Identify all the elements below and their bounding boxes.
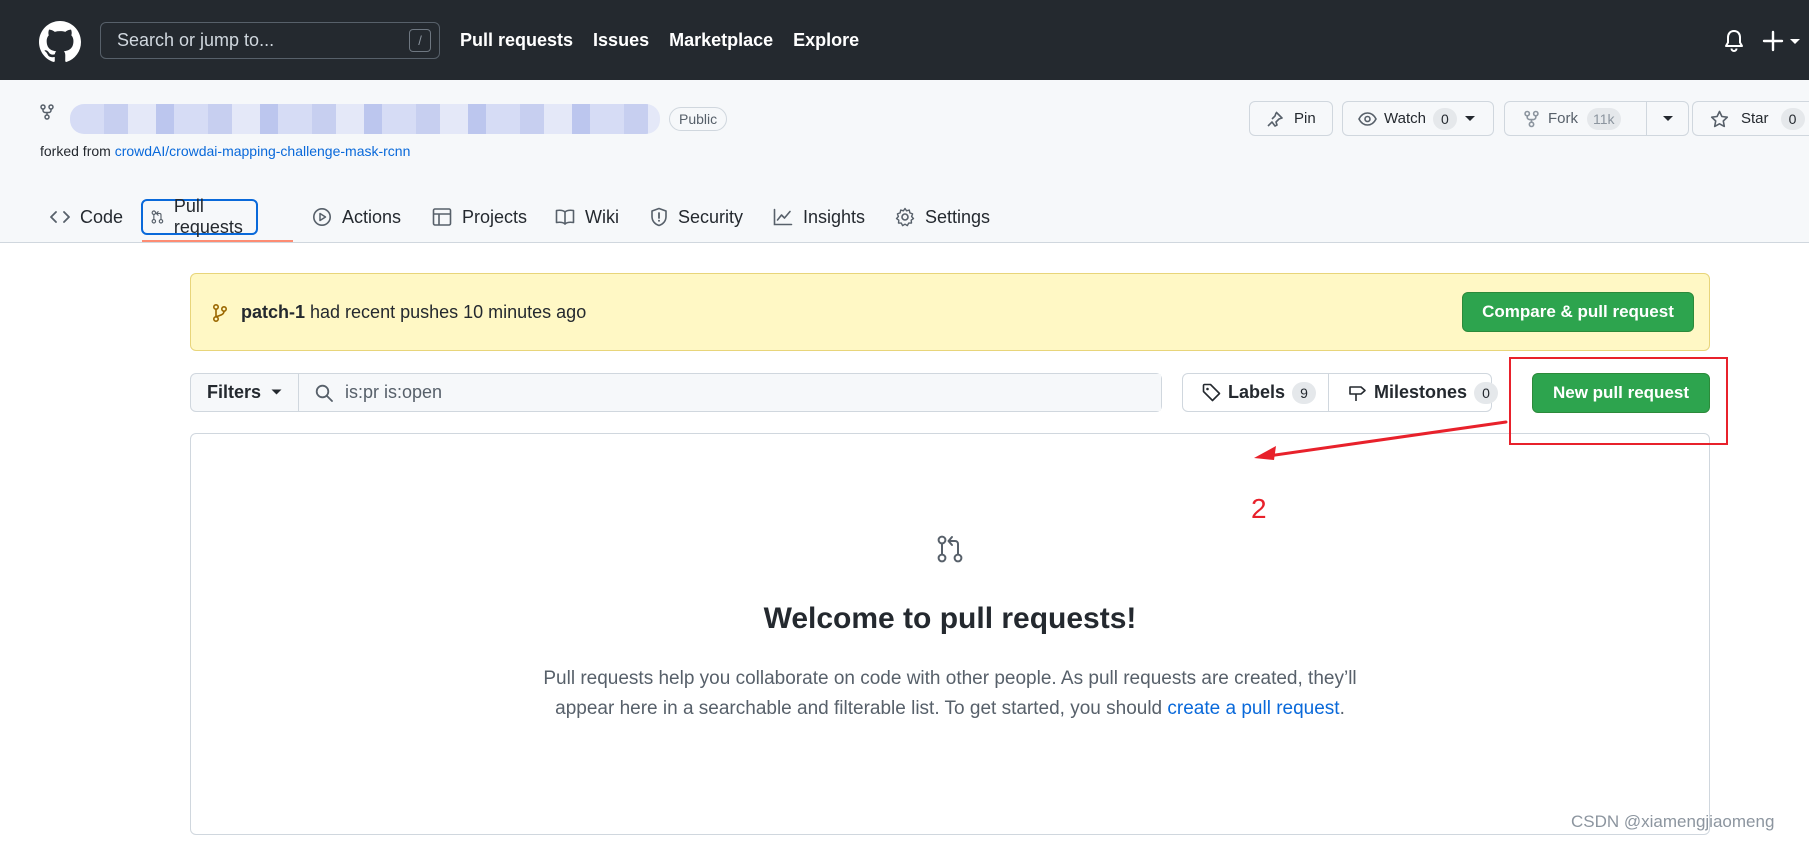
branch-name[interactable]: patch-1 <box>241 302 305 322</box>
labels-button[interactable]: Labels 9 <box>1202 374 1317 411</box>
repo-forked-icon <box>1524 110 1539 127</box>
nav-pull-requests[interactable]: Pull requests <box>460 30 573 51</box>
table-icon <box>432 208 452 226</box>
watch-button[interactable]: Watch 0 <box>1342 101 1494 136</box>
labels-label: Labels <box>1228 382 1286 402</box>
watch-count: 0 <box>1432 107 1457 130</box>
tab-settings[interactable]: Settings <box>895 199 990 235</box>
pin-icon <box>1267 110 1283 127</box>
tab-label: Actions <box>342 206 402 227</box>
milestone-icon <box>1349 386 1366 401</box>
code-icon <box>50 211 70 223</box>
milestones-count: 0 <box>1474 381 1499 404</box>
recent-push-banner: patch-1 had recent pushes 10 minutes ago… <box>190 273 1710 351</box>
tab-label: Wiki <box>585 206 619 227</box>
pin-button[interactable]: Pin <box>1249 101 1333 136</box>
description-period: . <box>1339 698 1345 719</box>
global-search-input[interactable]: Search or jump to... / <box>100 22 440 59</box>
tab-label: Projects <box>462 206 528 227</box>
star-button[interactable]: Star 0 <box>1692 101 1809 136</box>
plus-dropdown-icon[interactable] <box>1762 29 1806 53</box>
visibility-badge: Public <box>669 107 728 131</box>
fork-dropdown-button[interactable] <box>1646 101 1689 136</box>
tab-label: Settings <box>925 206 991 227</box>
tab-wiki[interactable]: Wiki <box>555 199 619 235</box>
create-pull-request-link[interactable]: create a pull request <box>1167 698 1339 719</box>
milestones-button[interactable]: Milestones 0 <box>1348 374 1499 411</box>
empty-state-description: Pull requests help you collaborate on co… <box>191 664 1709 724</box>
labels-milestones-group: Labels 9 Milestones 0 <box>1182 373 1499 412</box>
watch-label: Watch <box>1384 110 1426 127</box>
labels-count: 9 <box>1292 381 1317 404</box>
tab-label: Code <box>80 206 124 227</box>
fork-button[interactable]: Fork 11k <box>1504 101 1647 136</box>
tab-insights[interactable]: Insights <box>773 199 865 235</box>
book-icon <box>555 209 575 225</box>
group-divider <box>1328 374 1329 411</box>
star-icon <box>1710 110 1729 127</box>
git-branch-icon <box>213 304 228 322</box>
tab-pull-requests[interactable]: Pull requests <box>141 196 259 237</box>
issues-search-input[interactable]: is:pr is:open <box>299 374 1161 411</box>
gear-icon <box>895 207 915 227</box>
forked-from-line: forked from crowdAI/crowdai-mapping-chal… <box>40 143 410 159</box>
description-line-1: Pull requests help you collaborate on co… <box>543 668 1357 689</box>
global-header: Search or jump to... / Pull requests Iss… <box>0 0 1809 80</box>
caret-down-icon <box>1464 115 1475 121</box>
tab-actions[interactable]: Actions <box>312 199 401 235</box>
graph-icon <box>773 208 793 226</box>
caret-down-icon <box>271 389 282 395</box>
nav-explore[interactable]: Explore <box>793 30 859 51</box>
tab-projects[interactable]: Projects <box>432 199 527 235</box>
repo-forked-icon <box>40 104 54 120</box>
forked-from-prefix: forked from <box>40 143 115 159</box>
watermark: CSDN @xiamengjiaomeng <box>1571 812 1775 831</box>
nav-issues[interactable]: Issues <box>593 30 649 51</box>
search-placeholder: Search or jump to... <box>117 30 275 50</box>
empty-state-panel: Welcome to pull requests! Pull requests … <box>190 433 1710 835</box>
git-pull-request-icon <box>937 535 963 563</box>
global-nav: Pull requests Issues Marketplace Explore <box>460 0 859 80</box>
empty-state-title: Welcome to pull requests! <box>763 602 1137 635</box>
filters-label: Filters <box>206 382 262 402</box>
recent-push-message: patch-1 had recent pushes 10 minutes ago <box>241 302 586 323</box>
bell-icon[interactable] <box>1723 29 1745 53</box>
shield-icon <box>651 207 667 227</box>
repository-header: Public forked from crowdAI/crowdai-mappi… <box>0 80 1809 243</box>
star-label: Star <box>1741 110 1769 127</box>
filters-bar: Filters is:pr is:open <box>190 373 1162 412</box>
filters-button[interactable]: Filters <box>191 374 299 411</box>
star-count: 0 <box>1780 107 1805 130</box>
repository-name-blurred[interactable] <box>70 104 660 134</box>
git-pull-request-icon <box>151 210 164 224</box>
fork-label: Fork <box>1548 110 1578 127</box>
caret-down-icon <box>1662 115 1673 121</box>
selected-tab-underline <box>142 240 293 242</box>
eye-icon <box>1358 111 1377 126</box>
fork-count: 11k <box>1587 107 1621 130</box>
tab-code[interactable]: Code <box>50 199 123 235</box>
compare-pull-request-button[interactable]: Compare & pull request <box>1462 292 1694 332</box>
description-line-2: appear here in a searchable and filterab… <box>555 698 1168 719</box>
milestones-label: Milestones <box>1374 382 1468 402</box>
play-icon <box>313 208 331 226</box>
tab-label: Pull requests <box>173 196 243 237</box>
forked-source-link[interactable]: crowdAI/crowdai-mapping-challenge-mask-r… <box>115 143 411 159</box>
annotation-step-number: 2 <box>1251 493 1267 524</box>
github-logo-icon[interactable] <box>39 21 81 63</box>
search-value: is:pr is:open <box>345 382 443 402</box>
recent-push-text: had recent pushes 10 minutes ago <box>305 302 587 322</box>
search-shortcut-hint: / <box>409 29 431 52</box>
tag-icon <box>1202 383 1221 402</box>
tab-label: Security <box>678 206 744 227</box>
search-icon <box>315 384 333 402</box>
highlight-box <box>1509 357 1728 445</box>
pin-label: Pin <box>1294 110 1316 127</box>
annotation-arrow-icon <box>1254 420 1508 460</box>
tab-label: Insights <box>803 206 866 227</box>
tab-security[interactable]: Security <box>650 199 743 235</box>
nav-marketplace[interactable]: Marketplace <box>669 30 773 51</box>
